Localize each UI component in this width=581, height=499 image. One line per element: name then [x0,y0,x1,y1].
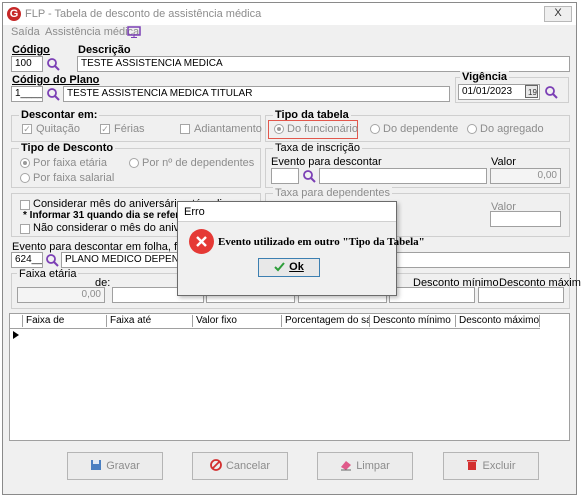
plano-descricao-input[interactable]: TESTE ASSISTENCIA MEDICA TITULAR [63,86,450,102]
ferias-label: Férias [114,123,145,135]
calendar-icon[interactable]: 19 [525,85,538,98]
svg-text:19: 19 [528,88,537,97]
do-dependente-radio[interactable] [370,124,380,134]
col-desconto-minimo[interactable]: Desconto mínimo [370,315,456,327]
search-vigencia-icon[interactable] [544,85,558,99]
evento-desconto-codigo-input[interactable]: 624__ [11,252,43,268]
dialog-title-bar: Erro [178,202,396,222]
close-button[interactable]: X [544,6,572,22]
menu-assistencia-medica[interactable]: Assistência médica [45,26,139,38]
window-title: FLP - Tabela de desconto de assistência … [25,8,262,20]
informar-note: * Informar 31 quando dia se referir ao [23,210,201,221]
faixa-etaria-label: Por faixa etária [33,157,107,169]
col-porcentagem[interactable]: Porcentagem do salário [282,315,370,327]
do-agregado-label: Do agregado [480,123,544,135]
monitor-icon[interactable] [127,26,141,38]
taxa-evento-descricao-input[interactable] [319,168,487,184]
nao-considerar-checkbox[interactable] [20,224,30,234]
trash-icon [467,460,478,470]
quitacao-label: Quitação [36,123,81,135]
desconto-minimo-input[interactable] [389,287,475,303]
search-codigo-icon[interactable] [46,57,60,71]
codigo-input[interactable]: 100 [11,56,43,72]
limpar-label: Limpar [356,460,390,472]
search-evento-desconto-icon[interactable] [45,253,59,267]
faixa-de-input[interactable]: 0,00 [17,287,105,303]
taxa-evento-codigo-input[interactable] [271,168,299,184]
codigo-label: Código [12,44,50,56]
col-valor-fixo[interactable]: Valor fixo [193,315,282,327]
title-bar: G FLP - Tabela de desconto de assistênci… [3,3,576,25]
cancelar-button[interactable]: Cancelar [192,452,288,480]
segunda-taxa-label: Taxa para dependentes [273,187,392,199]
ok-button[interactable]: Ok [258,258,320,277]
faixa-salarial-label: Por faixa salarial [33,172,115,184]
num-dependentes-radio[interactable] [129,158,139,168]
codigo-plano-label: Código do Plano [12,74,100,86]
cancel-icon [210,459,222,471]
faixa-salarial-radio[interactable] [20,173,30,183]
tipo-desconto-label: Tipo de Desconto [19,142,116,154]
cancelar-label: Cancelar [225,460,271,472]
codigo-plano-input[interactable]: 1____ [11,86,43,102]
do-agregado-radio[interactable] [467,124,477,134]
descricao-input[interactable]: TESTE ASSISTENCIA MEDICA [77,56,570,72]
segunda-taxa-valor-input[interactable] [490,211,561,227]
considerar-mes-checkbox[interactable] [20,200,30,210]
vigencia-label: Vigência [460,71,510,83]
do-funcionario-label: Do funcionário [287,123,358,135]
search-taxa-evento-icon[interactable] [302,169,316,183]
ferias-checkbox[interactable]: ✓ [100,124,110,134]
check-icon [274,262,285,272]
adiantamento-label: Adiantamento [194,123,262,135]
search-plano-icon[interactable] [46,87,60,101]
faixa-etaria-radio[interactable] [20,158,30,168]
taxa-inscricao-label: Taxa de inscrição [273,142,362,154]
gravar-label: Gravar [106,460,140,472]
error-dialog: Erro Evento utilizado em outro "Tipo da … [177,201,425,296]
col-faixa-ate[interactable]: Faixa até [107,315,193,327]
col-desconto-maximo[interactable]: Desconto máximo [456,315,540,327]
do-dependente-label: Do dependente [383,123,459,135]
descontar-em-label: Descontar em: [19,109,100,121]
taxa-valor-input[interactable]: 0,00 [490,168,561,184]
do-funcionario-radio[interactable] [274,124,284,134]
app-logo-icon: G [7,7,21,21]
eraser-icon [341,461,352,471]
col-faixa-de[interactable]: Faixa de [23,315,107,327]
faixa-etaria-group-label: Faixa etária [17,268,79,280]
error-icon [189,229,214,254]
faixas-table[interactable]: Faixa de Faixa até Valor fixo Porcentage… [9,313,570,441]
excluir-button[interactable]: Excluir [443,452,539,480]
taxa-valor-label: Valor [491,156,516,168]
row-indicator-header [10,315,23,327]
ok-label: Ok [289,261,304,273]
descricao-label: Descrição [78,44,131,56]
dialog-message: Evento utilizado em outro "Tipo da Tabel… [218,236,425,248]
desconto-maximo-input[interactable] [478,287,564,303]
num-dependentes-label: Por nº de dependentes [142,157,255,169]
excluir-label: Excluir [482,460,516,472]
limpar-button[interactable]: Limpar [317,452,413,480]
save-icon [91,460,102,470]
menu-bar: Saída Assistência médica [3,25,576,41]
adiantamento-checkbox[interactable] [180,124,190,134]
taxa-evento-label: Evento para descontar [271,156,382,168]
menu-saida[interactable]: Saída [11,26,40,38]
quitacao-checkbox[interactable]: ✓ [22,124,32,134]
current-row-indicator-icon [13,331,19,339]
gravar-button[interactable]: Gravar [67,452,163,480]
table-header: Faixa de Faixa até Valor fixo Porcentage… [10,314,540,329]
dialog-title: Erro [184,206,205,218]
